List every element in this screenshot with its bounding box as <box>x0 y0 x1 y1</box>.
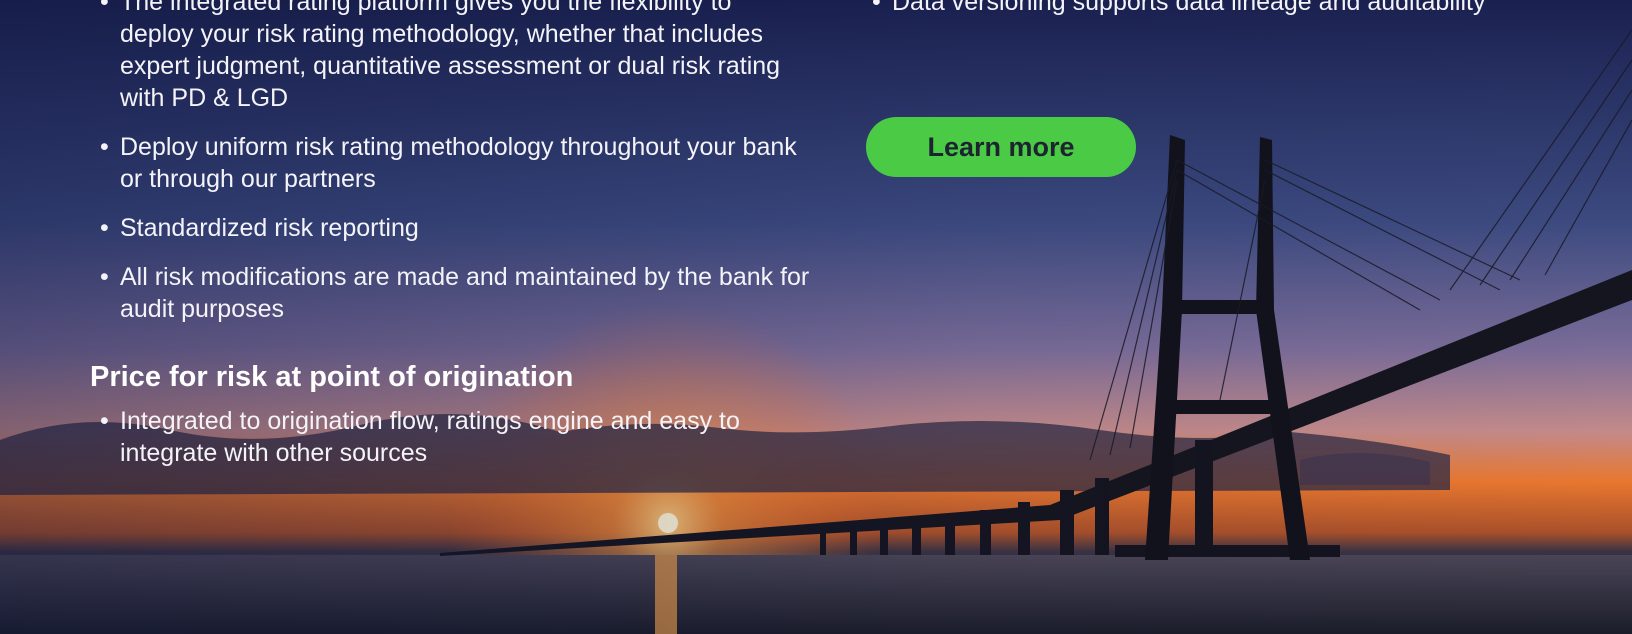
feature-text: The integrated rating platform gives you… <box>120 0 781 112</box>
feature-list-item: • Deploy uniform risk rating methodology … <box>90 131 810 195</box>
features-right-column: • Data versioning supports data lineage a… <box>862 0 1502 35</box>
feature-list-item: • The integrated rating platform gives yo… <box>90 0 810 114</box>
bullet-glyph: • <box>100 0 109 16</box>
feature-list-item: • Integrated to origination flow, ratings… <box>90 405 810 469</box>
feature-list-item: • Data versioning supports data lineage a… <box>862 0 1502 18</box>
feature-list-item: • All risk modifications are made and mai… <box>90 261 810 325</box>
feature-text: Deploy uniform risk rating methodology t… <box>120 133 797 193</box>
bullet-glyph: • <box>100 214 109 242</box>
learn-more-button[interactable]: Learn more <box>866 117 1136 177</box>
hero-section: • The integrated rating platform gives yo… <box>0 0 1632 634</box>
feature-text: Standardized risk reporting <box>120 214 419 242</box>
feature-list-item: • Standardized risk reporting <box>90 212 810 244</box>
bullet-glyph: • <box>100 263 109 291</box>
feature-list-primary: • The integrated rating platform gives yo… <box>90 0 810 325</box>
bullet-glyph: • <box>100 133 109 161</box>
feature-text: All risk modifications are made and main… <box>120 263 810 323</box>
feature-text: Data versioning supports data lineage an… <box>892 0 1486 16</box>
features-left-column: • The integrated rating platform gives yo… <box>90 0 810 486</box>
bullet-glyph: • <box>872 0 881 16</box>
feature-list-secondary: • Data versioning supports data lineage a… <box>862 0 1502 18</box>
feature-text: Integrated to origination flow, ratings … <box>120 407 740 467</box>
section-heading-price-for-risk: Price for risk at point of origination <box>90 361 574 393</box>
feature-list-origination: • Integrated to origination flow, ratings… <box>90 405 810 469</box>
bullet-glyph: • <box>100 407 109 435</box>
